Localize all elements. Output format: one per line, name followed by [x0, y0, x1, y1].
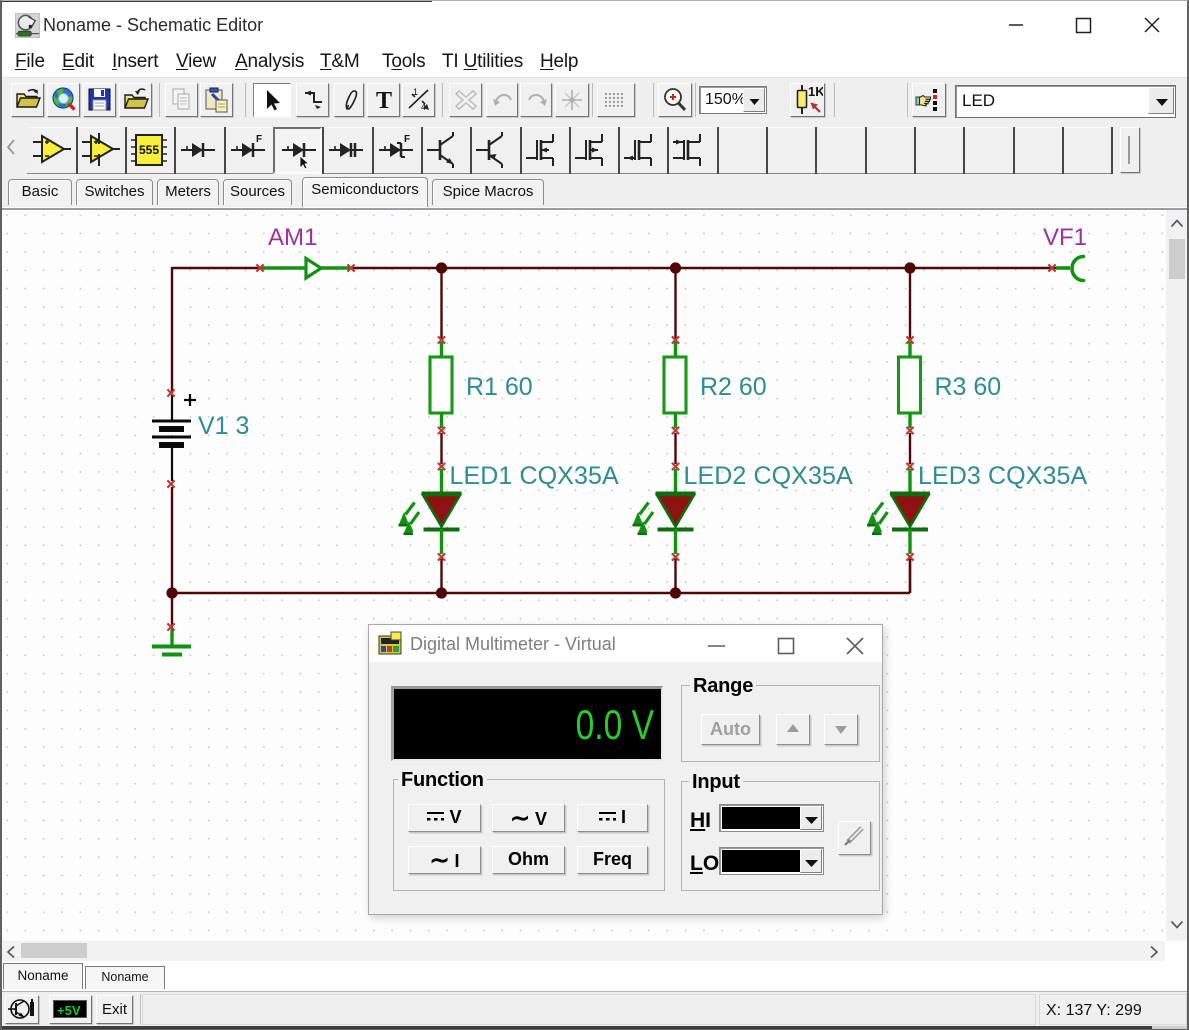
- svg-text:V1 3: V1 3: [198, 412, 249, 440]
- svg-text:R2 60: R2 60: [700, 373, 767, 401]
- svg-text:F: F: [404, 134, 410, 145]
- svg-text:T: T: [376, 88, 392, 114]
- svg-text:LED1 CQX35A: LED1 CQX35A: [450, 462, 619, 490]
- svg-text:R1 60: R1 60: [466, 373, 533, 401]
- svg-text:1K: 1K: [808, 84, 823, 99]
- svg-text:555: 555: [139, 143, 159, 157]
- svg-text:R3 60: R3 60: [935, 373, 1002, 401]
- svg-text:VF1: VF1: [1043, 224, 1087, 251]
- svg-text:LED2 CQX35A: LED2 CQX35A: [684, 462, 853, 490]
- svg-text:F: F: [256, 134, 262, 145]
- svg-text:LED3 CQX35A: LED3 CQX35A: [918, 462, 1087, 490]
- svg-text:1: 1: [413, 87, 418, 97]
- svg-text:AM1: AM1: [268, 224, 317, 251]
